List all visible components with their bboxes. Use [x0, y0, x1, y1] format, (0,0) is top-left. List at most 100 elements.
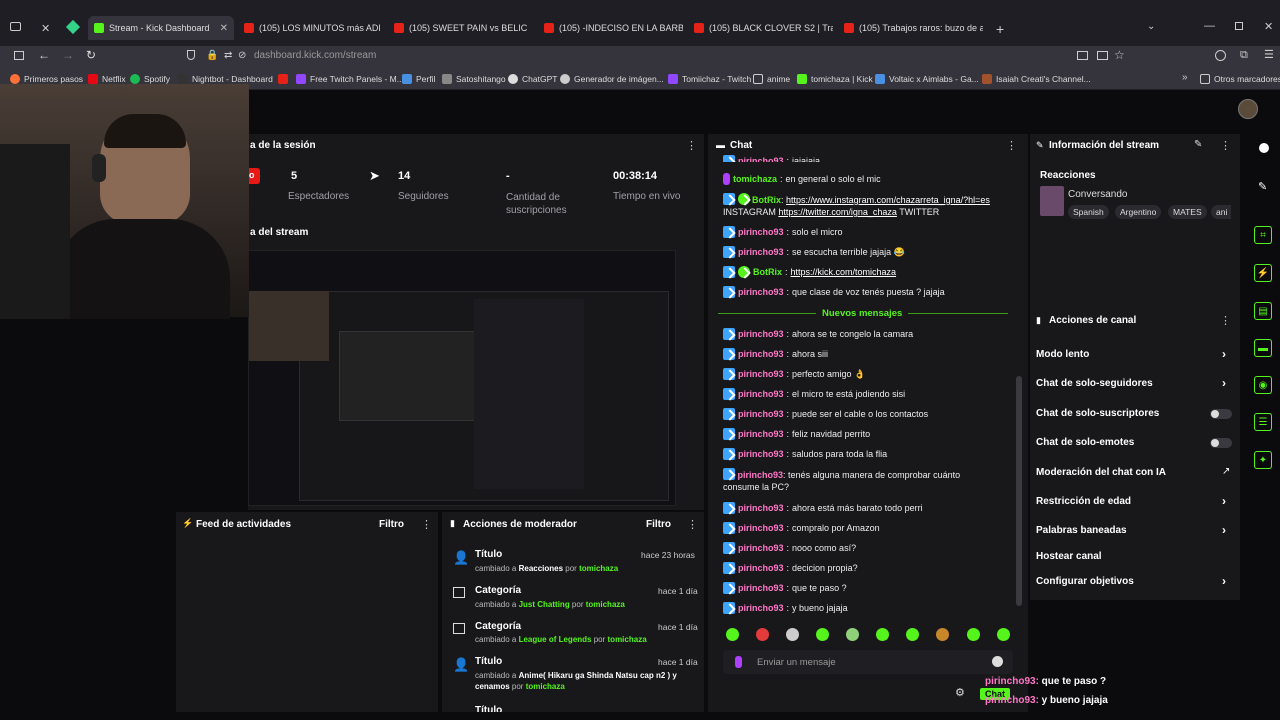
emotes-only-toggle[interactable] — [1210, 438, 1232, 448]
reader-view-icon[interactable] — [1097, 51, 1108, 60]
activity-feed-title: Feed de actividades — [196, 519, 292, 530]
tab-youtube-2[interactable]: (105) SWEET PAIN vs BELIC ✕ — [388, 14, 530, 42]
emote-icon[interactable] — [876, 628, 889, 641]
bookmark-item[interactable]: ChatGPT — [508, 74, 557, 84]
chat-menu-icon[interactable]: ⋮ — [1006, 139, 1017, 152]
info-circle-icon[interactable] — [1259, 143, 1269, 153]
bookmark-item[interactable]: Nightbot - Dashboard — [178, 74, 273, 84]
tab-youtube-3[interactable]: (105) -INDECISO EN LA BARBER ✕ — [538, 14, 683, 42]
url-text[interactable]: dashboard.kick.com/stream — [254, 50, 376, 61]
edit-icon[interactable]: ✎ — [1194, 139, 1202, 150]
tab-youtube-1[interactable]: (105) LOS MINUTOS más ADICT ✕ — [238, 14, 380, 42]
tab-kick-dashboard[interactable]: Stream - Kick Dashboard ✕ — [88, 16, 234, 40]
tab-youtube-4[interactable]: (105) BLACK CLOVER S2 | Trailer ✕ — [688, 14, 833, 42]
lightning-icon[interactable]: ⚡ — [1254, 264, 1272, 282]
activity-feed-filter[interactable]: Filtro — [379, 519, 404, 530]
emote-icon[interactable] — [816, 628, 829, 641]
reload-icon[interactable]: ↻ — [86, 48, 96, 62]
new-tab-icon[interactable]: + — [996, 21, 1004, 37]
broadcast-icon[interactable]: ◉ — [1254, 376, 1272, 394]
action-host-channel[interactable]: Hostear canal — [1036, 551, 1102, 562]
emote-icon[interactable] — [726, 628, 739, 641]
extensions-icon[interactable]: ⧉ — [1240, 49, 1248, 62]
chat-scrollbar[interactable] — [1016, 376, 1022, 606]
action-subscribers-only[interactable]: Chat de solo-suscriptores — [1036, 408, 1159, 419]
subscribers-only-toggle[interactable] — [1210, 409, 1232, 419]
bookmark-item[interactable]: Isaiah Creati's Channel... — [982, 74, 1091, 84]
server-icon[interactable]: ☰ — [1254, 413, 1272, 431]
bookmark-item[interactable]: Netflix — [88, 74, 126, 84]
action-age-restriction[interactable]: Restricción de edad — [1036, 496, 1131, 507]
viewers-label: Espectadores — [288, 191, 350, 202]
chevron-right-icon[interactable]: › — [1222, 574, 1226, 588]
emote-icon[interactable] — [756, 628, 769, 641]
bookmark-star-icon[interactable]: ☆ — [1114, 48, 1125, 62]
bookmark-item[interactable]: Satoshitango — [442, 74, 506, 84]
action-slow-mode[interactable]: Modo lento — [1036, 349, 1089, 360]
mod-actions-menu-icon[interactable]: ⋮ — [687, 518, 698, 531]
session-menu-icon[interactable]: ⋮ — [686, 139, 697, 152]
emote-icon[interactable] — [967, 628, 980, 641]
close-tab-icon[interactable]: ✕ — [220, 23, 228, 34]
action-banned-words[interactable]: Palabras baneadas — [1036, 525, 1127, 536]
action-emotes-only[interactable]: Chat de solo-emotes — [1036, 437, 1134, 448]
bookmark-item[interactable]: Free Twitch Panels - M... — [296, 74, 404, 84]
emote-icon[interactable] — [846, 628, 859, 641]
account-icon[interactable] — [1215, 50, 1226, 61]
document-icon[interactable]: ▤ — [1254, 302, 1272, 320]
action-configure-goals[interactable]: Configurar objetivos — [1036, 576, 1134, 587]
emote-icon[interactable] — [997, 628, 1010, 641]
chevron-right-icon[interactable]: › — [1222, 523, 1226, 537]
screen-icon[interactable]: ⌗ — [1254, 226, 1272, 244]
bookmark-item[interactable]: Otros marcadores — [1200, 74, 1280, 84]
tab-youtube-5[interactable]: (105) Trabajos raros: buzo de a ✕ — [838, 14, 983, 42]
more-bookmarks-icon[interactable]: » — [1182, 72, 1188, 83]
menu-icon[interactable]: ☰ — [1264, 48, 1274, 61]
wrench-icon[interactable]: ✦ — [1254, 451, 1272, 469]
bookmark-item[interactable]: Spotify — [130, 74, 170, 84]
stream-info-menu-icon[interactable]: ⋮ — [1220, 139, 1231, 152]
avatar[interactable] — [1238, 99, 1258, 119]
lock-icon[interactable]: 🔒 — [206, 50, 218, 61]
tab-list-icon[interactable]: ⌄ — [1147, 21, 1155, 32]
bookmark-item[interactable]: Generador de imágen... — [560, 74, 664, 84]
tracking-icon[interactable]: ⊘ — [238, 50, 246, 61]
forward-icon[interactable]: → — [62, 48, 74, 62]
shield-icon[interactable] — [187, 50, 195, 60]
back-icon[interactable]: ← — [38, 48, 50, 62]
bookmark-item[interactable]: anime — [753, 74, 790, 84]
minimize-icon[interactable]: — — [1204, 20, 1215, 32]
sidebar-toggle-icon[interactable] — [14, 51, 24, 60]
activity-feed-menu-icon[interactable]: ⋮ — [421, 518, 432, 531]
chevron-right-icon[interactable]: › — [1222, 347, 1226, 361]
stream-preview-video[interactable] — [248, 250, 676, 506]
bookmark-item[interactable]: Perfil — [402, 74, 435, 84]
permissions-icon[interactable]: ⇄ — [224, 50, 232, 61]
window-close-icon[interactable]: ✕ — [1264, 20, 1273, 33]
mod-actions-filter[interactable]: Filtro — [646, 519, 671, 530]
pencil-icon[interactable]: ✎ — [1258, 180, 1267, 193]
external-link-icon[interactable]: ↗ — [1222, 466, 1230, 477]
emote-icon[interactable] — [906, 628, 919, 641]
maximize-icon[interactable] — [1235, 22, 1243, 30]
bookmark-item[interactable]: Tomiichaz - Twitch — [668, 74, 751, 84]
channel-actions-menu-icon[interactable]: ⋮ — [1220, 314, 1231, 327]
chat-bubble-icon[interactable]: ▬ — [1254, 339, 1272, 357]
chevron-right-icon[interactable]: › — [1222, 494, 1226, 508]
workspaces-icon[interactable] — [10, 22, 21, 31]
bookmark-item[interactable]: Voltaic x Aimlabs - Ga... — [875, 74, 979, 84]
bookmark-item[interactable]: tomichaza | Kick — [797, 74, 873, 84]
emote-icon[interactable] — [786, 628, 799, 641]
bookmark-item[interactable]: Primeros pasos — [10, 74, 83, 84]
action-followers-only[interactable]: Chat de solo-seguidores — [1036, 378, 1153, 389]
mod-row-title: Categoría — [475, 621, 522, 632]
emoji-picker-icon[interactable] — [992, 656, 1003, 667]
chevron-right-icon[interactable]: › — [1222, 376, 1226, 390]
chat-settings-icon[interactable]: ⚙ — [955, 686, 965, 699]
live-time-label: Tiempo en vivo — [613, 191, 681, 202]
screenshot-icon[interactable] — [1077, 51, 1088, 60]
bookmark-item[interactable] — [278, 74, 288, 84]
kick-pinned-icon[interactable]: ✕ — [41, 22, 50, 35]
action-ai-moderation[interactable]: Moderación del chat con IA — [1036, 467, 1166, 478]
emote-icon[interactable] — [936, 628, 949, 641]
